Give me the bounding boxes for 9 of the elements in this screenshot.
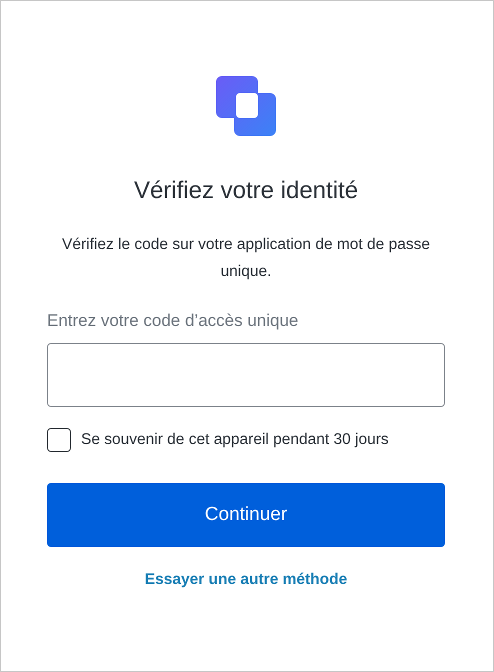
field-label: Entrez votre code d’accès unique	[47, 310, 298, 332]
alternate-method-link[interactable]: Essayer une autre méthode	[144, 571, 348, 589]
description-text: Vérifiez le code sur votre application de mot de passe unique.	[61, 235, 431, 282]
page-title: Vérifiez votre identité	[132, 176, 360, 206]
code-input-field[interactable]	[47, 343, 445, 407]
continue-button[interactable]: Continuer	[47, 483, 445, 547]
logo-icon	[216, 76, 276, 136]
remember-label: Se souvenir de cet appareil pendant 30 jours	[81, 431, 389, 449]
remember-checkbox[interactable]	[47, 428, 71, 452]
